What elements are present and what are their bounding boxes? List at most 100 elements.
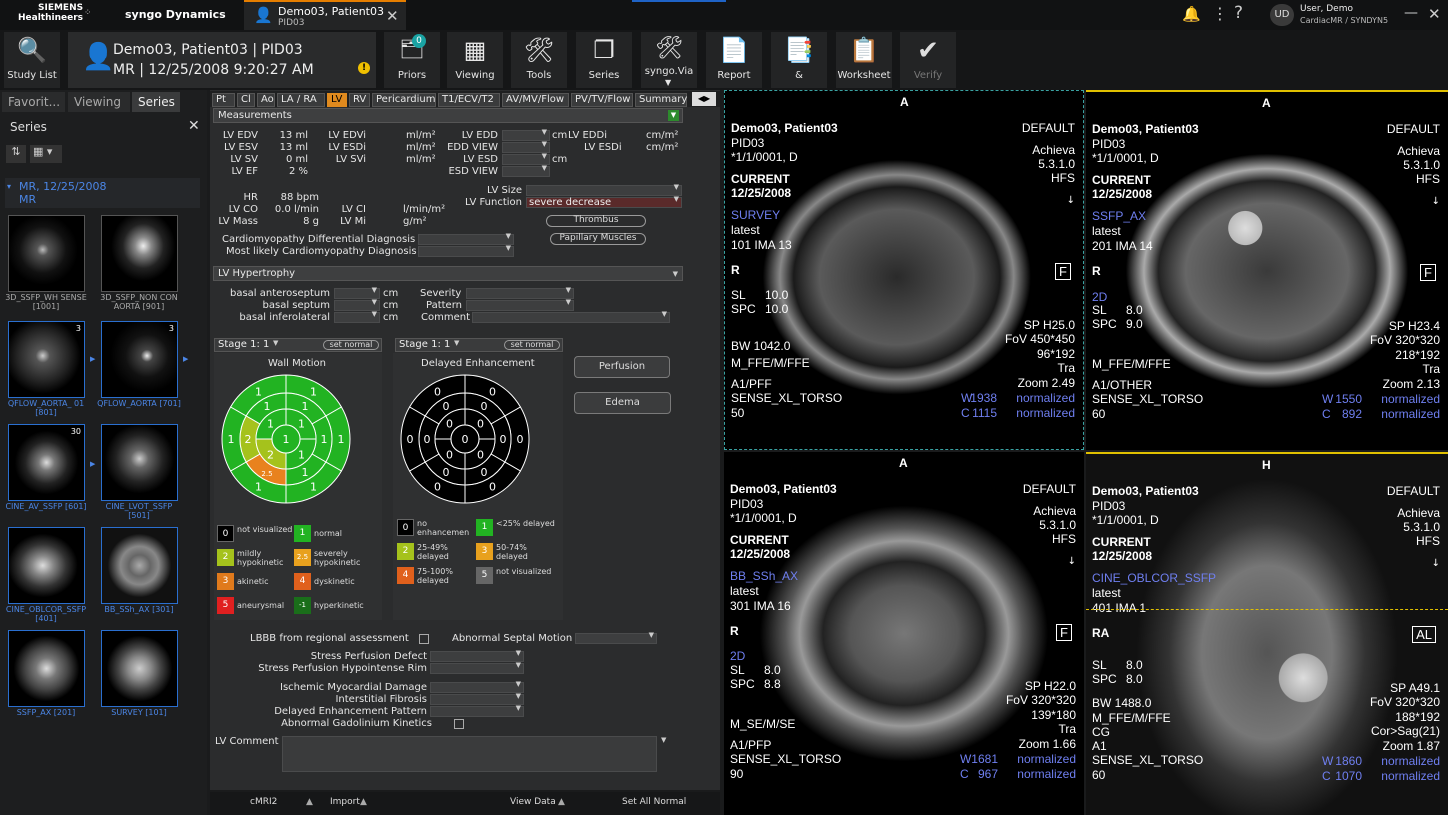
viewport[interactable]: H Demo03, Patient03 PID03 *1/1/0001, D CURRE… bbox=[1086, 452, 1448, 815]
wall-motion-bullseye[interactable]: 1 111111 1112.5211211 bbox=[220, 373, 352, 505]
status-ok-icon[interactable]: ▼ bbox=[668, 110, 679, 121]
chevron-down-icon[interactable]: ▼ bbox=[661, 736, 666, 744]
legend-swatch[interactable]: 3 bbox=[217, 573, 234, 590]
close-tab-icon[interactable]: ✕ bbox=[386, 7, 399, 25]
severity-select[interactable]: ▼ bbox=[466, 286, 574, 299]
legend-swatch[interactable]: 3 bbox=[476, 543, 493, 560]
set-normal-button[interactable]: set normal bbox=[323, 340, 379, 350]
hypertrophy-header[interactable]: LV Hypertrophy ▼ bbox=[213, 266, 683, 281]
comment-field[interactable]: ▼ bbox=[472, 310, 670, 323]
worksheet-button[interactable]: 📋 Worksheet bbox=[836, 32, 892, 88]
arrow-down-icon[interactable]: ↓ bbox=[1432, 558, 1440, 569]
series-thumbnail[interactable] bbox=[8, 630, 85, 707]
viewport[interactable]: A Demo03, Patient03 PID03 *1/1/0001, D CURRE… bbox=[1086, 90, 1448, 450]
legend-swatch[interactable]: 2.5 bbox=[294, 549, 311, 566]
series-thumbnail[interactable]: 3 bbox=[8, 321, 85, 398]
priors-button[interactable]: 🗂 0 Priors bbox=[384, 32, 440, 88]
arrow-down-icon[interactable]: ↓ bbox=[1068, 556, 1076, 567]
warning-icon[interactable]: ! bbox=[358, 62, 370, 74]
cardio-dd-select[interactable]: ▼ bbox=[418, 232, 514, 245]
viewport[interactable]: A Demo03, Patient03 PID03 *1/1/0001, D CURRE… bbox=[724, 452, 1084, 815]
expand-icon[interactable]: ▶ bbox=[90, 460, 95, 468]
view-data-button[interactable]: View Data bbox=[510, 797, 556, 807]
legend-swatch[interactable]: 0 bbox=[217, 525, 234, 542]
tab-favorites[interactable]: Favorit... bbox=[2, 92, 65, 112]
viewing-button[interactable]: ▦ Viewing bbox=[447, 32, 503, 88]
papillary-muscles-button[interactable]: Papillary Muscles bbox=[550, 233, 646, 245]
edema-button[interactable]: Edema bbox=[574, 392, 671, 414]
arrow-down-icon[interactable]: ↓ bbox=[1067, 195, 1075, 206]
cmri-label[interactable]: cMRI2 bbox=[250, 797, 277, 807]
series-thumbnail[interactable] bbox=[101, 424, 178, 501]
series-group[interactable]: ▾ MR, 12/25/2008 MR bbox=[5, 178, 200, 208]
thrombus-button[interactable]: Thrombus bbox=[546, 215, 646, 227]
import-button[interactable]: Import bbox=[330, 797, 360, 807]
cmri-up-icon[interactable]: ▲ bbox=[306, 797, 313, 807]
grid-view-icon[interactable]: ▦ ▾ bbox=[30, 145, 62, 163]
tab-summary[interactable]: Summary bbox=[635, 93, 687, 107]
series-thumbnail[interactable] bbox=[8, 215, 85, 292]
verify-button[interactable]: ✔ Verify bbox=[900, 32, 956, 88]
series-thumbnail[interactable]: 30 bbox=[8, 424, 85, 501]
series-thumbnail[interactable] bbox=[101, 630, 178, 707]
close-panel-icon[interactable]: ✕ bbox=[188, 118, 200, 134]
expand-icon[interactable]: ▶ bbox=[90, 355, 95, 363]
measurements-header[interactable]: Measurements ▼ bbox=[213, 108, 683, 123]
minimize-icon[interactable]: — bbox=[1404, 5, 1418, 21]
legend-swatch[interactable]: 5 bbox=[476, 567, 493, 584]
stage-select[interactable]: Stage 1: 1 bbox=[399, 339, 450, 350]
legend-swatch[interactable]: 4 bbox=[397, 567, 414, 584]
legend-swatch[interactable]: 0 bbox=[397, 519, 414, 536]
study-list-button[interactable]: 🔍 Study List bbox=[4, 32, 60, 88]
tab-pericardium[interactable]: Pericardium bbox=[372, 93, 436, 107]
arrow-down-icon[interactable]: ↓ bbox=[1432, 196, 1440, 207]
stage-select[interactable]: Stage 1: 1 bbox=[218, 339, 269, 350]
ischemic-select[interactable]: ▼ bbox=[430, 680, 524, 693]
lv-function-select[interactable]: ▼ severe decrease bbox=[526, 195, 682, 208]
tab-scroll-icon[interactable]: ◀▶ bbox=[692, 92, 716, 106]
legend-swatch[interactable]: 2 bbox=[397, 543, 414, 560]
legend-swatch[interactable]: 4 bbox=[294, 573, 311, 590]
series-thumbnail[interactable] bbox=[101, 215, 178, 292]
set-normal-button[interactable]: set normal bbox=[504, 340, 560, 350]
legend-swatch[interactable]: 2 bbox=[217, 549, 234, 566]
import-up-icon[interactable]: ▲ bbox=[360, 797, 367, 807]
patient-tab[interactable]: 👤 Demo03, Patient03 PID03 ✕ bbox=[244, 0, 406, 30]
series-thumbnail[interactable] bbox=[8, 527, 85, 604]
lbbb-checkbox[interactable] bbox=[419, 634, 429, 644]
legend-swatch[interactable]: 1 bbox=[476, 519, 493, 536]
tab-series[interactable]: Series bbox=[132, 92, 180, 112]
perfusion-button[interactable]: Perfusion bbox=[574, 356, 670, 378]
abn-septal-select[interactable]: ▼ bbox=[575, 631, 657, 644]
expand-icon[interactable]: ▶ bbox=[183, 355, 188, 363]
tab-ao[interactable]: Ao bbox=[257, 93, 275, 107]
tools-button[interactable]: 🛠 Tools bbox=[511, 32, 567, 88]
tab-pt[interactable]: Pt bbox=[212, 93, 235, 107]
avatar[interactable]: UD bbox=[1270, 4, 1294, 26]
delayed-pattern-select[interactable]: ▼ bbox=[430, 704, 524, 717]
series-thumbnail[interactable]: 3 bbox=[101, 321, 178, 398]
pattern-select[interactable]: ▼ bbox=[466, 298, 574, 311]
stress-rim-select[interactable]: ▼ bbox=[430, 661, 524, 674]
series-button[interactable]: ❐ Series bbox=[576, 32, 632, 88]
basal-infero-field[interactable]: ▼ bbox=[334, 310, 380, 323]
tab-pv-tv-flow[interactable]: PV/TV/Flow bbox=[571, 93, 633, 107]
legend-swatch[interactable]: -1 bbox=[294, 597, 311, 614]
esd-view-select[interactable]: ▼ bbox=[502, 164, 550, 177]
cardio-likely-select[interactable]: ▼ bbox=[418, 244, 514, 257]
set-all-normal-button[interactable]: Set All Normal bbox=[622, 797, 686, 807]
report-amp-button[interactable]: 📑 & bbox=[771, 32, 827, 88]
more-vert-icon[interactable]: ⋮ bbox=[1212, 4, 1228, 23]
tab-av-mv-flow[interactable]: AV/MV/Flow bbox=[502, 93, 569, 107]
legend-swatch[interactable]: 5 bbox=[217, 597, 234, 614]
lv-size-select[interactable]: ▼ bbox=[526, 183, 682, 196]
syngovia-button[interactable]: 🛠 syngo.Via ▼ bbox=[641, 32, 697, 88]
tab-cl[interactable]: Cl bbox=[237, 93, 255, 107]
tab-viewing[interactable]: Viewing bbox=[68, 92, 130, 112]
interstitial-select[interactable]: ▼ bbox=[430, 692, 524, 705]
help-icon[interactable]: ? bbox=[1234, 3, 1243, 23]
lv-comment-field[interactable] bbox=[282, 736, 657, 772]
series-thumbnail[interactable] bbox=[101, 527, 178, 604]
sort-icon[interactable]: ⇅ bbox=[6, 145, 26, 163]
tab-lv[interactable]: LV bbox=[327, 93, 347, 107]
